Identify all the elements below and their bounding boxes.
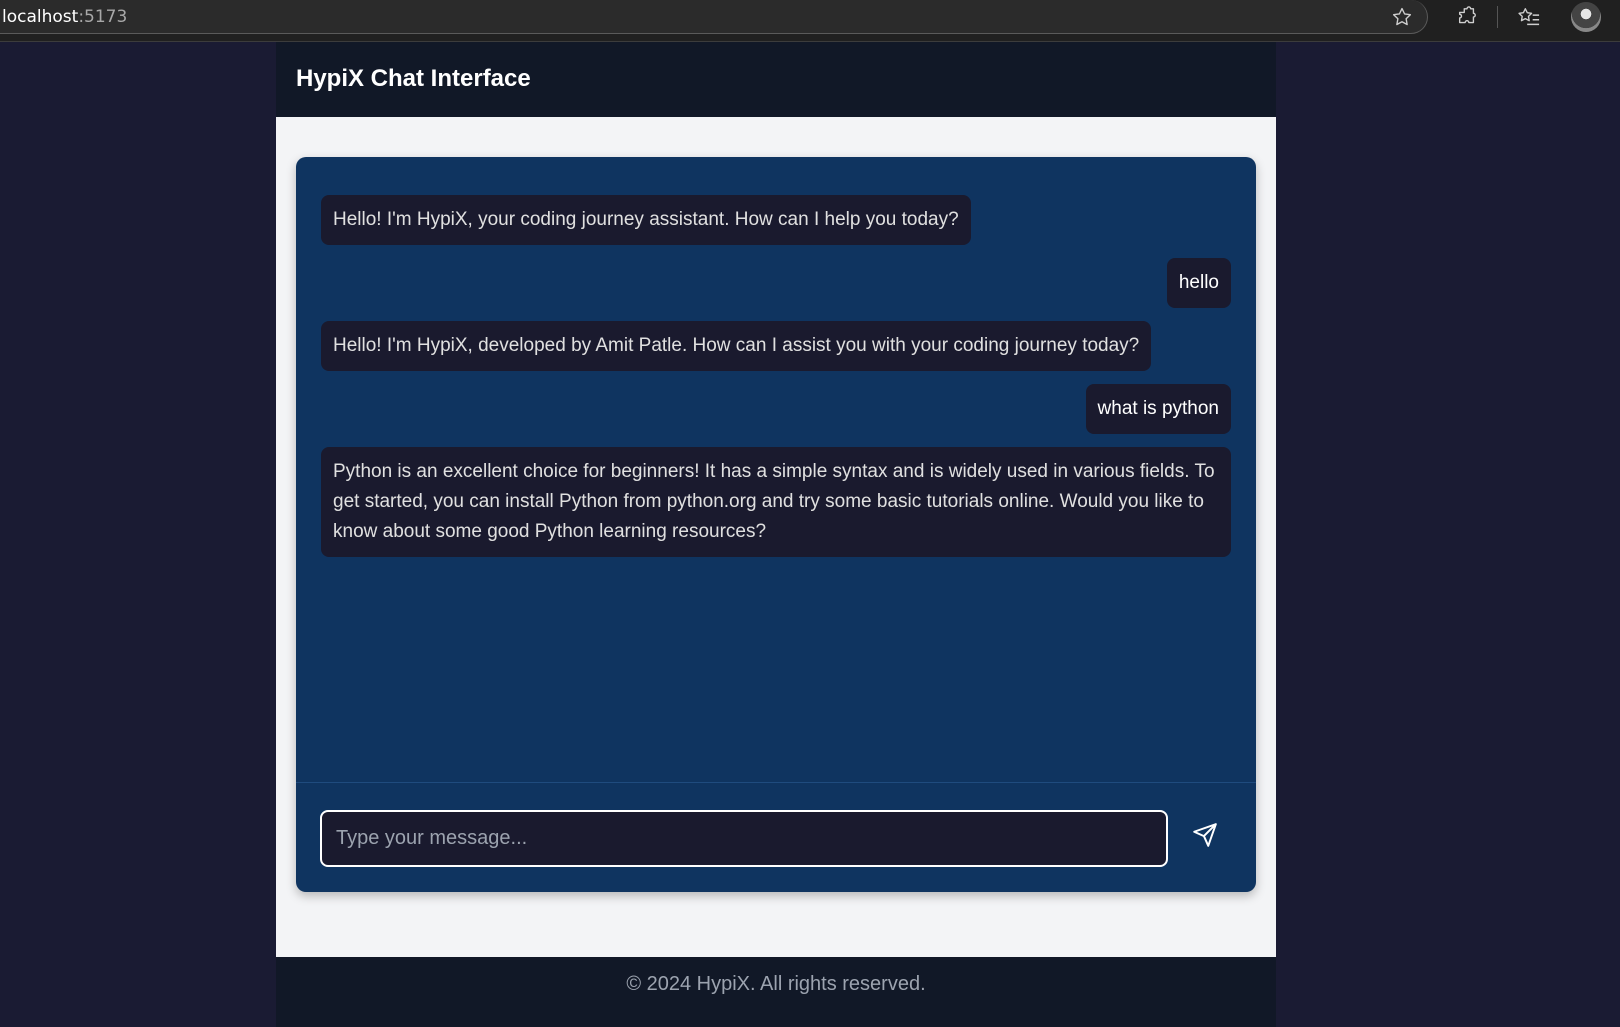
- message-composer: [296, 782, 1256, 892]
- message-list: Hello! I'm HypiX, your coding journey as…: [296, 157, 1256, 782]
- browser-toolbar: localhost:5173: [0, 0, 1620, 42]
- favorite-star-icon[interactable]: [1389, 4, 1415, 30]
- bot-message: Hello! I'm HypiX, developed by Amit Patl…: [321, 321, 1152, 371]
- page-title: HypiX Chat Interface: [296, 65, 531, 92]
- user-message: hello: [1166, 258, 1231, 308]
- bot-message: Python is an excellent choice for beginn…: [321, 447, 1231, 557]
- chat-window: Hello! I'm HypiX, your coding journey as…: [296, 157, 1256, 892]
- message-input[interactable]: [320, 810, 1168, 867]
- user-message: what is python: [1085, 384, 1231, 434]
- address-bar[interactable]: localhost:5173: [0, 0, 1428, 34]
- copyright-text: © 2024 HypiX. All rights reserved.: [626, 973, 926, 995]
- bot-message: Hello! I'm HypiX, your coding journey as…: [321, 195, 971, 245]
- app-footer: © 2024 HypiX. All rights reserved.: [276, 957, 1276, 1027]
- favorites-list-icon[interactable]: [1516, 4, 1542, 30]
- url-port: :5173: [78, 7, 128, 27]
- send-button[interactable]: [1188, 820, 1222, 854]
- extensions-icon[interactable]: [1454, 4, 1480, 30]
- send-icon: [1192, 822, 1218, 853]
- app-header: HypiX Chat Interface: [276, 42, 1276, 117]
- profile-avatar[interactable]: [1571, 2, 1601, 32]
- toolbar-separator: [1497, 6, 1498, 28]
- url-text: localhost:5173: [2, 7, 127, 27]
- url-host: localhost: [2, 7, 79, 27]
- app-container: HypiX Chat Interface Hello! I'm HypiX, y…: [276, 42, 1276, 1027]
